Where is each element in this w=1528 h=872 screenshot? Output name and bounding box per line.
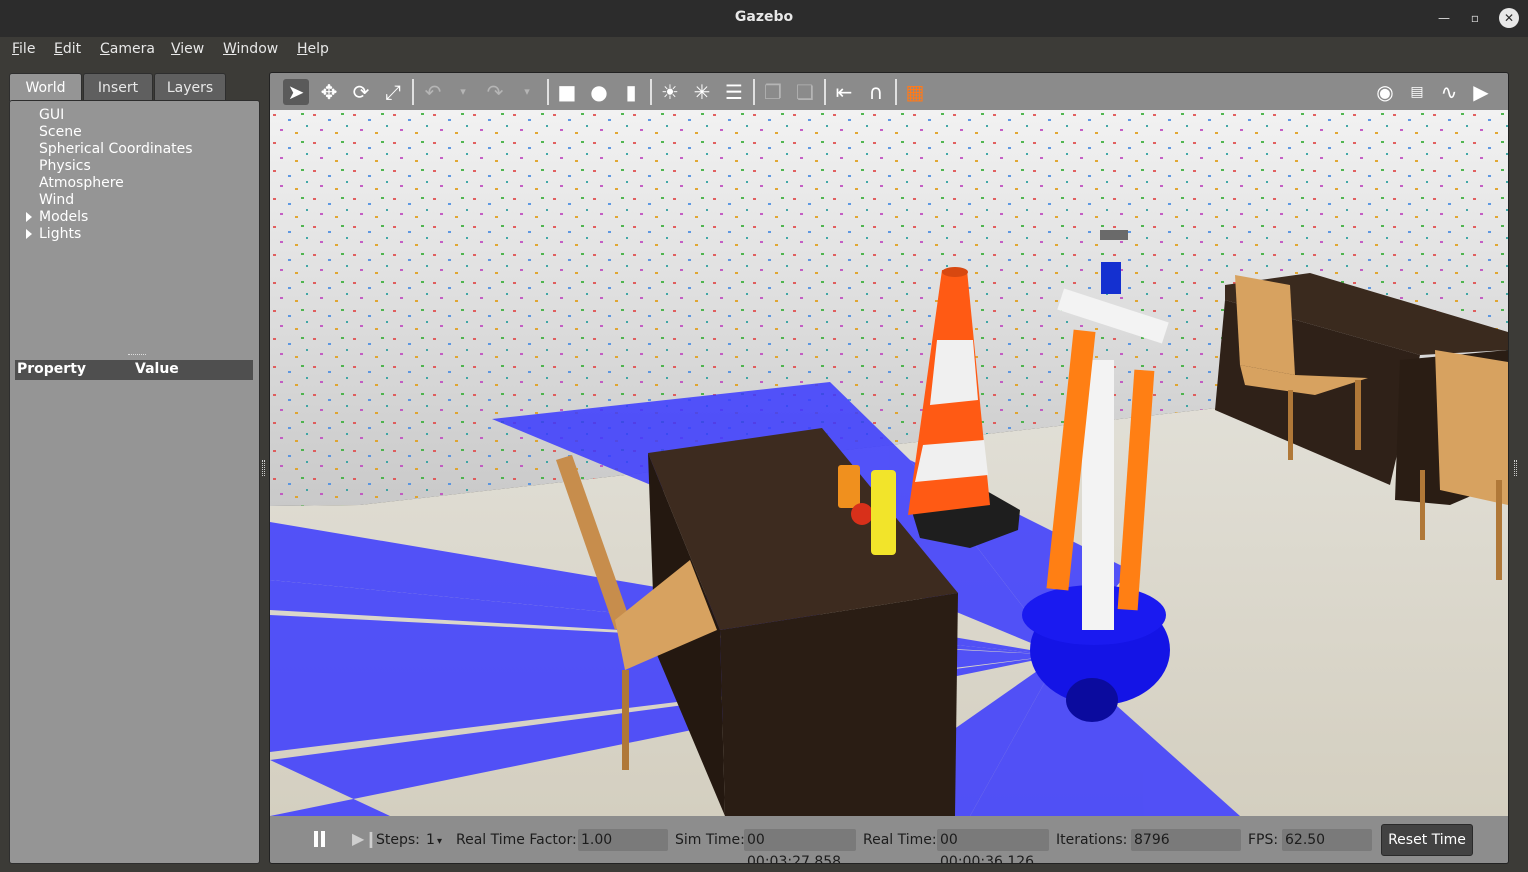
steps-value[interactable]: 1 [426, 832, 435, 848]
redo-history-dropdown-icon[interactable]: ▾ [514, 79, 540, 105]
pringles-can [871, 470, 896, 555]
expand-arrow-icon[interactable] [26, 229, 32, 239]
toolbar-separator [895, 79, 897, 105]
tree-item-spherical-coordinates[interactable]: Spherical Coordinates [39, 141, 193, 157]
chair-leg [622, 670, 629, 770]
property-column-header: Property [17, 361, 87, 377]
select-mode-icon[interactable]: ➤ [283, 79, 309, 105]
robot-head [1100, 230, 1128, 240]
fps-field: 62.50 [1282, 829, 1372, 851]
log-icon[interactable]: ▤ [1404, 79, 1430, 105]
tree-item-physics[interactable]: Physics [39, 158, 91, 174]
menu-window[interactable]: Window [223, 41, 278, 57]
tree-item-wind[interactable]: Wind [39, 192, 74, 208]
video-record-icon[interactable]: ▶ [1468, 79, 1494, 105]
expand-arrow-icon[interactable] [26, 212, 32, 222]
back-chair-leg [1355, 380, 1361, 450]
real-time-label: Real Time: [863, 832, 937, 848]
cone-top [942, 267, 968, 277]
minimize-icon[interactable]: — [1434, 8, 1454, 28]
iterations-label: Iterations: [1056, 832, 1128, 848]
status-bar: ▶❙ Steps: 1 ▾ Real Time Factor: 1.00 Sim… [270, 816, 1508, 863]
iterations-field: 8796 [1131, 829, 1241, 851]
step-icon[interactable]: ▶❙ [352, 829, 378, 848]
toolbar-separator [824, 79, 826, 105]
cylinder-shape-icon[interactable]: ▮ [618, 79, 644, 105]
tree-item-gui[interactable]: GUI [39, 107, 64, 123]
snap-icon[interactable]: ∩ [863, 79, 889, 105]
paste-icon[interactable]: ❏ [792, 79, 818, 105]
scale-mode-icon[interactable]: ⤢ [380, 79, 406, 105]
undo-icon[interactable]: ↶ [420, 79, 446, 105]
tab-layers[interactable]: Layers [154, 73, 226, 101]
table-front [720, 593, 958, 816]
tab-world[interactable]: World [9, 73, 82, 101]
tree-item-scene[interactable]: Scene [39, 124, 82, 140]
viewport-frame: ➤ ✥ ⟳ ⤢ ↶ ▾ ↷ ▾ ■ ● ▮ ☀ ✳ ☰ ❐ ❏ ⇤ ∩ ▦ ◉ … [269, 72, 1509, 864]
orange-can [838, 465, 860, 508]
tab-insert[interactable]: Insert [83, 73, 153, 101]
redo-icon[interactable]: ↷ [482, 79, 508, 105]
real-time-field: 00 00:00:36.126 [937, 829, 1049, 863]
menu-help[interactable]: Help [297, 41, 329, 57]
undo-history-dropdown-icon[interactable]: ▾ [450, 79, 476, 105]
menu-bar: File Edit Camera View Window Help [0, 37, 1528, 65]
pause-icon [321, 831, 325, 847]
screenshot-camera-icon[interactable]: ◉ [1372, 79, 1398, 105]
right-chair-leg [1420, 470, 1425, 540]
back-chair-leg [1288, 390, 1293, 460]
robot-wheel [1066, 678, 1118, 722]
box-shape-icon[interactable]: ■ [554, 79, 580, 105]
toolbar-separator [650, 79, 652, 105]
pause-button[interactable] [312, 829, 328, 849]
panel-splitter[interactable] [128, 354, 146, 357]
real-time-factor-label: Real Time Factor: [456, 832, 577, 848]
toolbar-separator [753, 79, 755, 105]
rotate-mode-icon[interactable]: ⟳ [348, 79, 374, 105]
right-panel-resize-handle[interactable] [1514, 460, 1517, 476]
value-column-header: Value [135, 361, 179, 377]
tree-item-atmosphere[interactable]: Atmosphere [39, 175, 124, 191]
apple [851, 503, 873, 525]
close-icon[interactable]: ✕ [1499, 8, 1519, 28]
steps-label: Steps: [376, 832, 420, 848]
property-table-header: Property Value [15, 360, 253, 380]
cone-stripe [915, 440, 988, 482]
point-light-icon[interactable]: ☀ [657, 79, 683, 105]
translate-mode-icon[interactable]: ✥ [316, 79, 342, 105]
directional-light-icon[interactable]: ☰ [721, 79, 747, 105]
spot-light-icon[interactable]: ✳ [689, 79, 715, 105]
align-icon[interactable]: ⇤ [831, 79, 857, 105]
toolbar-separator [547, 79, 549, 105]
tree-item-lights[interactable]: Lights [39, 226, 81, 242]
right-chair-leg [1496, 480, 1502, 580]
plot-icon[interactable]: ∿ [1436, 79, 1462, 105]
back-chair-back [1235, 275, 1295, 375]
toolbar-separator [412, 79, 414, 105]
menu-camera[interactable]: Camera [100, 41, 155, 57]
pause-icon [314, 831, 318, 847]
world-panel: GUI Scene Spherical Coordinates Physics … [9, 100, 260, 864]
cone-stripe [930, 340, 978, 405]
window-title: Gazebo [734, 9, 794, 25]
reset-time-button[interactable]: Reset Time [1381, 824, 1473, 856]
tree-item-models[interactable]: Models [39, 209, 88, 225]
menu-view[interactable]: View [171, 41, 204, 57]
sim-time-label: Sim Time: [675, 832, 745, 848]
sim-time-field: 00 00:03:27.858 [744, 829, 856, 863]
copy-icon[interactable]: ❐ [760, 79, 786, 105]
change-view-icon[interactable]: ▦ [902, 79, 928, 105]
left-panel-resize-handle[interactable] [262, 460, 265, 476]
title-bar: Gazebo — ▫ ✕ [0, 0, 1528, 37]
menu-edit[interactable]: Edit [54, 41, 81, 57]
toolbar: ➤ ✥ ⟳ ⤢ ↶ ▾ ↷ ▾ ■ ● ▮ ☀ ✳ ☰ ❐ ❏ ⇤ ∩ ▦ ◉ … [270, 73, 1508, 110]
real-time-factor-field: 1.00 [578, 829, 668, 851]
steps-dropdown-icon[interactable]: ▾ [437, 836, 442, 847]
3d-scene-viewport[interactable] [270, 110, 1508, 816]
menu-file[interactable]: File [12, 41, 35, 57]
maximize-icon[interactable]: ▫ [1465, 8, 1485, 28]
sphere-shape-icon[interactable]: ● [586, 79, 612, 105]
robot-camera [1101, 262, 1121, 294]
fps-label: FPS: [1248, 832, 1279, 848]
